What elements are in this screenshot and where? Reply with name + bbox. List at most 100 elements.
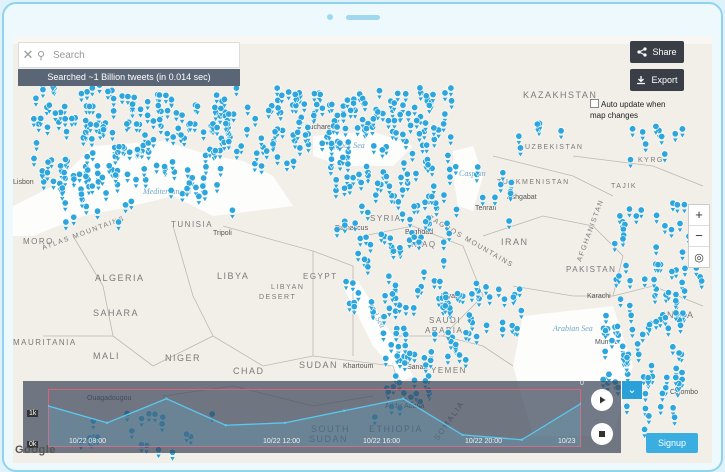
tweet-pin[interactable] (381, 292, 389, 306)
tweet-pin[interactable] (440, 191, 448, 205)
tweet-pin[interactable] (657, 403, 665, 417)
tweet-pin[interactable] (440, 238, 448, 252)
tweet-pin[interactable] (436, 277, 444, 292)
tweet-pin[interactable] (300, 100, 308, 114)
tweet-pin[interactable] (501, 295, 508, 309)
tweet-pin[interactable] (341, 184, 348, 199)
tweet-pin[interactable] (144, 111, 152, 126)
tweet-pin[interactable] (110, 95, 118, 109)
collapse-timeline-button[interactable]: ⌄ (622, 381, 642, 399)
tweet-pin[interactable] (678, 125, 686, 139)
tweet-pin[interactable] (344, 160, 352, 174)
tweet-pin[interactable] (244, 103, 252, 118)
tweet-pin[interactable] (385, 117, 392, 131)
tweet-pin[interactable] (354, 249, 362, 264)
tweet-pin[interactable] (40, 178, 48, 192)
tweet-pin[interactable] (420, 268, 428, 282)
close-icon[interactable]: ✕ (19, 47, 37, 63)
tweet-pin[interactable] (402, 304, 410, 318)
tweet-pin[interactable] (83, 88, 91, 102)
tweet-pin[interactable] (318, 104, 326, 119)
tweet-pin[interactable] (32, 94, 40, 109)
tweet-pin[interactable] (627, 311, 635, 326)
tweet-pin[interactable] (664, 324, 672, 339)
tweet-pin[interactable] (557, 127, 565, 141)
tweet-pin[interactable] (495, 285, 503, 300)
tweet-pin[interactable] (356, 234, 364, 249)
locate-button[interactable]: ◎ (689, 247, 709, 267)
tweet-pin[interactable] (483, 321, 491, 336)
tweet-pin[interactable] (445, 229, 453, 244)
tweet-pin[interactable] (446, 173, 454, 187)
tweet-pin[interactable] (681, 287, 689, 301)
tweet-pin[interactable] (628, 326, 636, 340)
tweet-pin[interactable] (274, 153, 281, 167)
tweet-pin[interactable] (629, 125, 637, 139)
tweet-pin[interactable] (396, 111, 404, 125)
tweet-pin[interactable] (118, 92, 126, 106)
tweet-pin[interactable] (623, 402, 631, 417)
tweet-pin[interactable] (110, 107, 118, 121)
tweet-pin[interactable] (372, 191, 380, 205)
tweet-pin[interactable] (233, 147, 241, 162)
tweet-pin[interactable] (144, 98, 152, 112)
zoom-out-button[interactable]: − (689, 226, 709, 247)
signup-button[interactable]: Signup (646, 433, 698, 453)
tweet-pin[interactable] (164, 107, 171, 121)
tweet-pin[interactable] (333, 225, 341, 240)
export-button[interactable]: Export (630, 69, 684, 91)
tweet-pin[interactable] (409, 150, 416, 164)
tweet-pin[interactable] (285, 88, 293, 102)
tweet-pin[interactable] (671, 130, 679, 144)
tweet-pin[interactable] (639, 128, 647, 142)
tweet-pin[interactable] (364, 263, 372, 277)
auto-update-checkbox[interactable] (590, 99, 599, 108)
tweet-pin[interactable] (407, 121, 414, 136)
tweet-pin[interactable] (358, 202, 366, 217)
tweet-pin[interactable] (412, 169, 420, 184)
tweet-pin[interactable] (447, 84, 455, 98)
tweet-pin[interactable] (430, 277, 438, 291)
tweet-pin[interactable] (30, 154, 38, 169)
tweet-pin[interactable] (149, 117, 157, 131)
tweet-pin[interactable] (137, 105, 144, 120)
tweet-pin[interactable] (399, 186, 407, 200)
tweet-pin[interactable] (163, 130, 171, 144)
tweet-pin[interactable] (642, 390, 649, 404)
play-button[interactable] (591, 389, 613, 411)
tweet-pin[interactable] (617, 295, 624, 309)
tweet-pin[interactable] (632, 212, 640, 226)
tweet-pin[interactable] (410, 304, 418, 318)
tweet-pin[interactable] (668, 267, 676, 282)
tweet-pin[interactable] (448, 97, 456, 111)
tweet-pin[interactable] (200, 128, 207, 142)
tweet-pin[interactable] (33, 139, 40, 153)
timeline-panel[interactable]: 0 1k 0k 10/22 08:00 10/22 12:00 10/22 16… (23, 380, 621, 453)
tweet-pin[interactable] (444, 151, 452, 166)
tweet-pin[interactable] (468, 290, 476, 304)
search-input[interactable] (51, 48, 225, 62)
tweet-pin[interactable] (390, 117, 398, 131)
tweet-pin[interactable] (296, 144, 304, 158)
tweet-pin[interactable] (402, 90, 410, 104)
tweet-pin[interactable] (430, 135, 438, 150)
tweet-pin[interactable] (671, 413, 679, 428)
tweet-pin[interactable] (658, 132, 666, 147)
tweet-pin[interactable] (290, 157, 298, 172)
tweet-pin[interactable] (251, 115, 259, 129)
tweet-pin[interactable] (421, 198, 429, 213)
tweet-pin[interactable] (376, 87, 383, 101)
tweet-pin[interactable] (622, 262, 630, 276)
tweet-pin[interactable] (669, 343, 677, 357)
share-button[interactable]: Share (630, 41, 684, 63)
tweet-pin[interactable] (62, 218, 70, 232)
tweet-pin[interactable] (332, 176, 340, 190)
tweet-pin[interactable] (283, 159, 291, 174)
tweet-pin[interactable] (385, 272, 393, 286)
tweet-pin[interactable] (680, 201, 688, 215)
tweet-pin[interactable] (410, 202, 418, 217)
tweet-pin[interactable] (626, 205, 633, 219)
tweet-pin[interactable] (232, 84, 240, 98)
map-screen[interactable]: KAZAKHSTAN UZBEKISTAN TURKMENISTAN TAJIK… (13, 36, 712, 463)
tweet-pin[interactable] (668, 226, 675, 240)
